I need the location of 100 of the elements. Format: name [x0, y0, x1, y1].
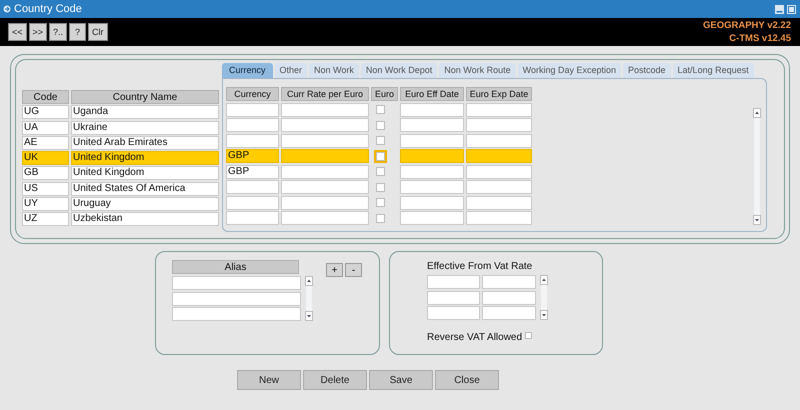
small-button[interactable]: +: [326, 263, 343, 277]
toolbar-button[interactable]: ?: [69, 23, 86, 41]
table-cell[interactable]: United Kingdom: [71, 151, 219, 166]
tab[interactable]: Working Day Exception: [518, 63, 622, 78]
action-button[interactable]: Close: [435, 370, 499, 390]
table-cell[interactable]: [226, 134, 279, 148]
scroll-up-icon[interactable]: [753, 108, 761, 118]
checkbox[interactable]: [525, 332, 532, 338]
table-cell[interactable]: [400, 134, 464, 148]
checkbox[interactable]: [376, 198, 385, 207]
input-field[interactable]: [427, 275, 480, 289]
table-cell[interactable]: [281, 149, 369, 163]
table-cell[interactable]: GB: [22, 166, 69, 180]
table-cell[interactable]: [466, 196, 532, 210]
table-cell[interactable]: [466, 180, 532, 194]
table-cell[interactable]: [400, 149, 464, 163]
table-cell[interactable]: [281, 164, 369, 178]
checkbox[interactable]: [376, 152, 385, 160]
table-cell[interactable]: [226, 196, 279, 210]
table-cell[interactable]: United Arab Emirates: [71, 136, 219, 150]
table-cell[interactable]: AE: [22, 136, 69, 150]
input-field[interactable]: [482, 290, 536, 304]
toolbar-button[interactable]: Clr: [88, 23, 108, 41]
table-cell[interactable]: [400, 211, 464, 225]
maximize-icon[interactable]: [787, 4, 796, 14]
table-cell[interactable]: Uzbekistan: [71, 212, 219, 226]
tab[interactable]: Postcode: [623, 63, 671, 78]
table-cell[interactable]: [281, 134, 369, 148]
checkbox[interactable]: [376, 136, 385, 145]
small-button[interactable]: -: [345, 263, 362, 277]
table-cell[interactable]: UY: [22, 197, 69, 212]
tab[interactable]: Non Work: [309, 63, 359, 78]
table-cell[interactable]: [466, 134, 532, 148]
input-field[interactable]: [172, 276, 301, 290]
tab[interactable]: Non Work Depot: [360, 63, 438, 78]
table-cell[interactable]: GBP: [226, 149, 279, 163]
toolbar-button[interactable]: <<: [8, 23, 27, 41]
input-field[interactable]: [172, 307, 301, 321]
action-button[interactable]: Delete: [303, 370, 367, 390]
column-header: Country Name: [71, 90, 219, 104]
checkbox[interactable]: [376, 105, 385, 114]
scroll-up-icon[interactable]: [540, 275, 548, 285]
tab[interactable]: Lat/Long Request: [672, 63, 754, 78]
table-cell[interactable]: Uruguay: [71, 197, 219, 212]
table-cell[interactable]: [281, 180, 369, 194]
checkbox[interactable]: [376, 167, 385, 176]
table-cell[interactable]: UZ: [22, 212, 69, 226]
table-cell[interactable]: [466, 149, 532, 163]
tab[interactable]: Non Work Route: [439, 63, 516, 78]
minimize-icon[interactable]: [775, 4, 784, 14]
action-button[interactable]: New: [237, 370, 301, 390]
table-cell[interactable]: [400, 102, 464, 116]
scroll-down-icon[interactable]: [540, 310, 548, 320]
column-header: Curr Rate per Euro: [281, 87, 369, 101]
column-header: Euro Exp Date: [466, 87, 532, 101]
table-cell[interactable]: [281, 211, 369, 225]
action-button[interactable]: Save: [369, 370, 433, 390]
input-field[interactable]: [427, 290, 480, 304]
table-cell[interactable]: [466, 211, 532, 225]
table-cell[interactable]: [281, 118, 369, 132]
input-field[interactable]: [172, 292, 301, 306]
table-cell[interactable]: United States Of America: [71, 182, 219, 196]
table-cell[interactable]: Ukraine: [71, 120, 219, 135]
checkbox[interactable]: [376, 214, 385, 222]
checkbox[interactable]: [376, 182, 385, 192]
table-cell[interactable]: [281, 102, 369, 116]
column-header: Euro: [371, 87, 398, 101]
table-cell[interactable]: [400, 180, 464, 194]
table-cell[interactable]: [466, 102, 532, 116]
table-cell[interactable]: [226, 102, 279, 116]
tab[interactable]: Other: [274, 63, 308, 78]
table-cell[interactable]: [400, 196, 464, 210]
table-cell[interactable]: [281, 196, 369, 210]
table-cell[interactable]: GBP: [226, 164, 279, 178]
section-label: Effective From Vat Rate: [427, 261, 534, 273]
table-cell[interactable]: [226, 211, 279, 225]
table-cell[interactable]: [400, 164, 464, 178]
version-label: GEOGRAPHY v2.22: [702, 19, 791, 32]
input-field[interactable]: [427, 306, 480, 320]
toolbar-button[interactable]: >>: [28, 23, 48, 41]
table-cell[interactable]: [466, 164, 532, 178]
table-cell[interactable]: [466, 118, 532, 132]
table-cell[interactable]: [226, 118, 279, 132]
tab[interactable]: Currency: [222, 63, 273, 78]
table-cell[interactable]: Uganda: [71, 105, 219, 120]
table-cell[interactable]: [400, 118, 464, 132]
input-field[interactable]: [482, 306, 536, 320]
table-cell[interactable]: US: [22, 182, 69, 196]
scroll-down-icon[interactable]: [753, 215, 761, 225]
table-cell[interactable]: United Kingdom: [71, 166, 219, 180]
toolbar-button[interactable]: ?..: [49, 23, 68, 41]
table-cell[interactable]: UG: [22, 105, 69, 120]
table-cell[interactable]: UK: [22, 151, 69, 166]
table-cell[interactable]: UA: [22, 120, 69, 135]
window-title: Country Code: [14, 3, 82, 15]
input-field[interactable]: [482, 275, 536, 289]
checkbox[interactable]: [376, 120, 385, 130]
table-cell[interactable]: [226, 180, 279, 194]
scroll-up-icon[interactable]: [305, 276, 313, 286]
scroll-down-icon[interactable]: [305, 311, 313, 321]
